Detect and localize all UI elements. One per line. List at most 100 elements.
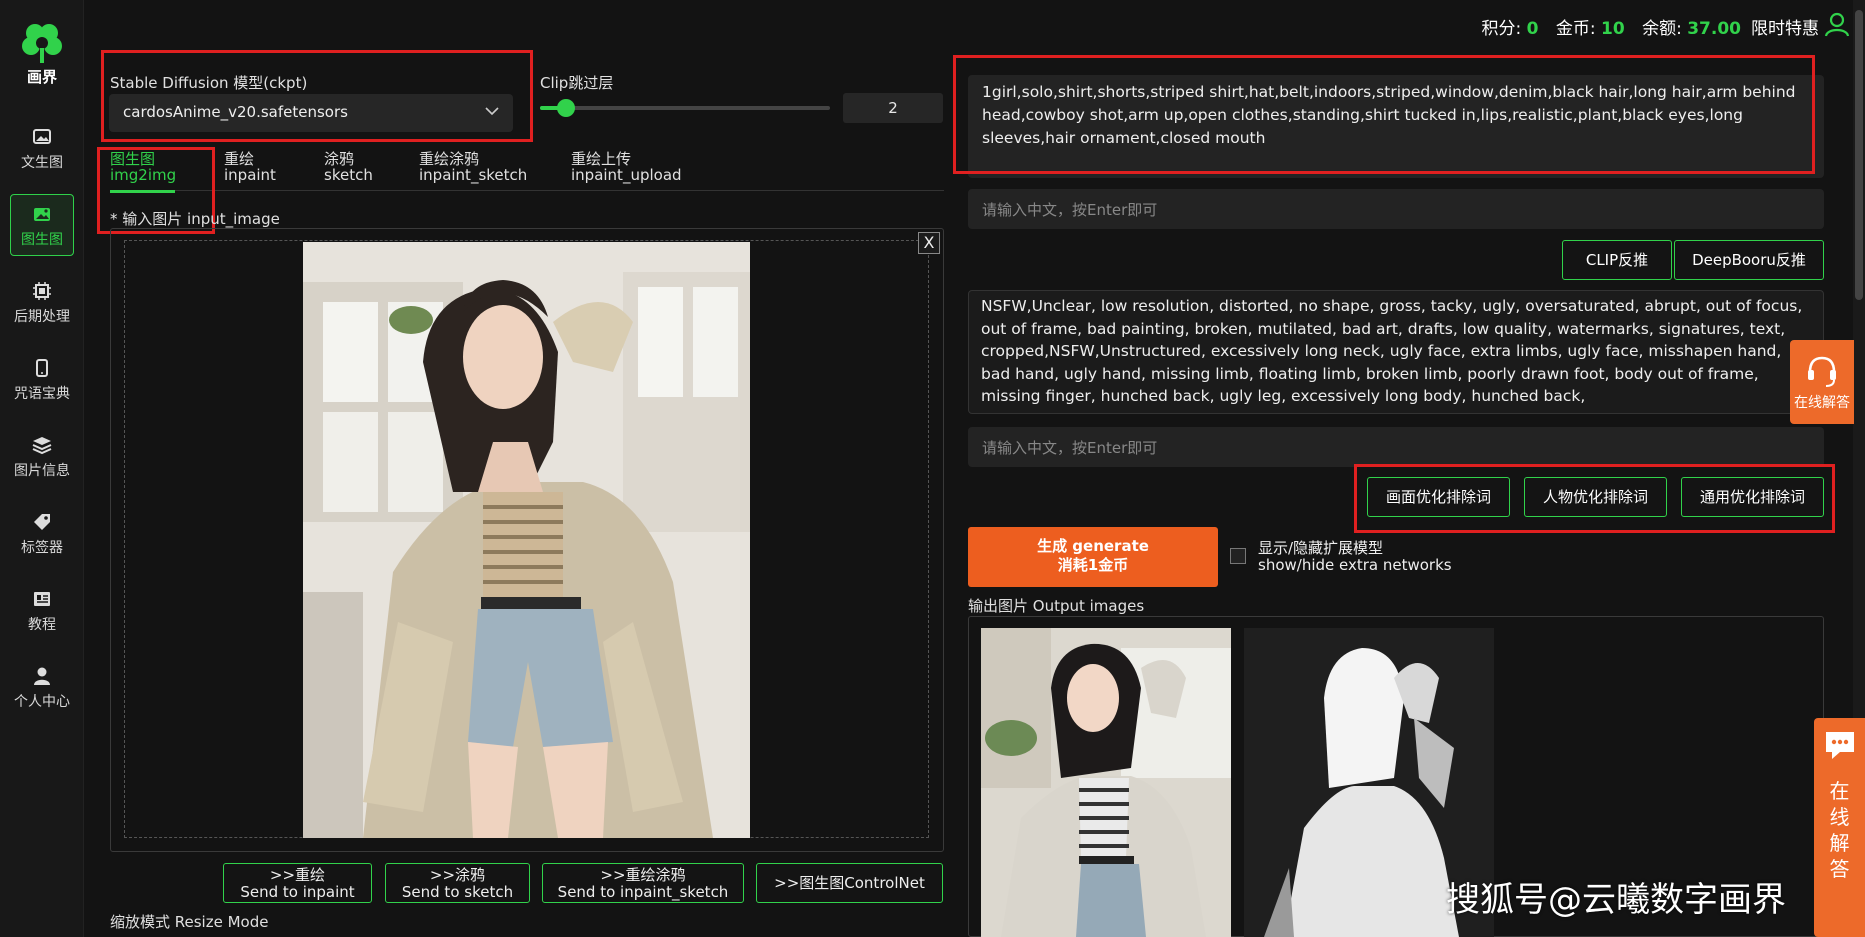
button-label-en: Send to sketch [401, 883, 514, 901]
tab-label-en: inpaint_upload [571, 166, 682, 184]
button-label-cn: >>重绘 [269, 866, 326, 884]
extra-networks-label-cn: 显示/隐藏扩展模型 [1258, 539, 1384, 557]
user-icon [34, 667, 50, 685]
clip-value-input[interactable]: 2 [843, 93, 943, 123]
extra-networks-label[interactable]: 显示/隐藏扩展模型 show/hide extra networks [1258, 540, 1452, 574]
tab-img2img[interactable]: 图生图 img2img [110, 151, 176, 183]
tab-label-cn: 涂鸦 [324, 150, 355, 168]
negative-prompt-textarea[interactable]: NSFW,Unclear, low resolution, distorted,… [968, 290, 1824, 414]
tab-inpaint[interactable]: 重绘 inpaint [224, 151, 276, 183]
page-scrollbar-thumb[interactable] [1855, 10, 1863, 300]
promo-link[interactable]: 限时特惠 [1751, 14, 1819, 39]
model-select-value: cardosAnime_v20.safetensors [123, 103, 348, 121]
sidebar-item-profile[interactable]: 个人中心 [10, 657, 74, 721]
resize-mode-label: 缩放模式 Resize Mode [110, 913, 269, 931]
tab-label-en: sketch [324, 166, 373, 184]
tab-label-en: inpaint [224, 166, 276, 184]
sidebar-item-label: 文生图 [21, 155, 63, 171]
tab-label-cn: 图生图 [110, 150, 156, 168]
sidebar-item-tagger[interactable]: 标签器 [10, 503, 74, 567]
extra-networks-label-en: show/hide extra networks [1258, 556, 1452, 574]
sidebar-item-label: 图生图 [21, 232, 63, 248]
brand-name: 画界 [26, 68, 57, 86]
generate-cost: 消耗1金币 [1057, 556, 1129, 574]
clip-label: Clip跳过层 [540, 74, 614, 92]
general-negative-preset-button[interactable]: 通用优化排除词 [1681, 477, 1824, 517]
chat-bubble-icon [1825, 732, 1854, 759]
image-to-image-icon [34, 208, 50, 221]
sidebar-item-label: 咒语宝典 [14, 386, 70, 402]
online-support-vertical-tab[interactable]: 在 线 解 答 [1814, 718, 1865, 937]
send-to-inpaint-button[interactable]: >>重绘 Send to inpaint [223, 863, 372, 903]
clip-slider-track[interactable] [540, 106, 830, 110]
online-support-tab[interactable]: 在线解答 [1790, 340, 1854, 424]
support-char: 线 [1829, 805, 1850, 829]
button-label-cn: >>图生图ControlNet [774, 874, 925, 892]
tab-sketch[interactable]: 涂鸦 sketch [324, 151, 373, 183]
send-to-inpaint-sketch-button[interactable]: >>重绘涂鸦 Send to inpaint_sketch [542, 863, 744, 903]
sidebar-item-prompt-book[interactable]: 咒语宝典 [10, 349, 74, 413]
balance-value: 37.00 [1687, 19, 1741, 39]
resize-mode-options[interactable] [109, 930, 830, 937]
support-char: 在 [1829, 779, 1850, 803]
topbar: 积分: 0 金币: 10 余额: 37.00 限时特惠 [1065, 0, 1865, 50]
points-label: 积分: [1481, 19, 1522, 39]
clear-image-button[interactable]: X [918, 232, 940, 254]
online-support-label: 在线解答 [1794, 395, 1850, 411]
tab-label-cn: 重绘涂鸦 [419, 150, 480, 168]
tab-label-en: img2img [110, 166, 177, 184]
chip-icon [33, 282, 51, 300]
layers-icon [32, 437, 52, 455]
send-to-sketch-button[interactable]: >>涂鸦 Send to sketch [385, 863, 530, 903]
clip-interrogate-button[interactable]: CLIP反推 [1562, 240, 1672, 280]
input-photo [303, 242, 750, 838]
person-negative-preset-button[interactable]: 人物优化排除词 [1524, 477, 1667, 517]
tab-inpaint-sketch[interactable]: 重绘涂鸦 inpaint_sketch [419, 151, 527, 183]
tabs-divider [110, 190, 944, 191]
button-label-en: Send to inpaint_sketch [557, 883, 729, 901]
headset-icon [1808, 356, 1836, 387]
logo[interactable]: 画界 [0, 22, 84, 87]
output-image-anime[interactable] [981, 628, 1231, 937]
prompt-cn-input[interactable]: 请输入中文，按Enter即可 [968, 189, 1824, 229]
output-images-label: 输出图片 Output images [968, 597, 1145, 615]
positive-prompt-textarea[interactable]: 1girl,solo,shirt,shorts,striped shirt,ha… [968, 75, 1824, 178]
active-tab-indicator [110, 190, 175, 193]
sidebar-item-tutorial[interactable]: 教程 [10, 580, 74, 644]
scene-negative-preset-button[interactable]: 画面优化排除词 [1367, 477, 1510, 517]
negative-cn-input[interactable]: 请输入中文，按Enter即可 [968, 427, 1824, 467]
sidebar-item-image-info[interactable]: 图片信息 [10, 426, 74, 490]
support-char: 解 [1829, 831, 1850, 855]
balance-label: 余额: [1642, 19, 1682, 39]
button-label-en: Send to inpaint [240, 883, 355, 901]
send-to-controlnet-button[interactable]: >>图生图ControlNet [756, 863, 943, 903]
generate-button[interactable]: 生成 generate 消耗1金币 [968, 527, 1218, 587]
tab-label-en: inpaint_sketch [419, 166, 528, 184]
sidebar-item-txt2img[interactable]: 文生图 [10, 118, 74, 182]
model-label: Stable Diffusion 模型(ckpt) [110, 74, 308, 92]
clover-logo-icon [22, 24, 62, 63]
extra-networks-checkbox[interactable] [1230, 548, 1246, 564]
book-icon [34, 592, 50, 606]
image-icon [33, 129, 51, 144]
phone-book-icon [36, 359, 48, 377]
sidebar-item-img2img[interactable]: 图生图 [10, 194, 74, 256]
account-stats: 积分: 0 金币: 10 余额: 37.00 [1481, 14, 1753, 39]
coins-label: 金币: [1555, 19, 1596, 39]
clip-slider-handle[interactable] [557, 99, 575, 117]
sidebar-item-postprocess[interactable]: 后期处理 [10, 272, 74, 336]
sidebar: 画界 文生图 图生图 后期处理 咒语宝典 图片信息 标签器 教程 个人中心 [0, 0, 84, 937]
user-avatar-icon[interactable] [1821, 8, 1853, 40]
support-char: 答 [1829, 857, 1850, 881]
watermark-text: 搜狐号@云曦数字画界 [1446, 880, 1786, 920]
sidebar-item-label: 后期处理 [14, 309, 70, 325]
tab-label-cn: 重绘上传 [571, 150, 632, 168]
model-select[interactable]: cardosAnime_v20.safetensors [109, 94, 513, 132]
generate-label: 生成 generate [1037, 537, 1149, 555]
points-value: 0 [1526, 19, 1539, 39]
sidebar-item-label: 标签器 [21, 540, 63, 556]
tab-inpaint-upload[interactable]: 重绘上传 inpaint_upload [571, 151, 682, 183]
tab-label-cn: 重绘 [224, 150, 255, 168]
sidebar-item-label: 教程 [28, 617, 56, 633]
deepbooru-interrogate-button[interactable]: DeepBooru反推 [1674, 240, 1824, 280]
